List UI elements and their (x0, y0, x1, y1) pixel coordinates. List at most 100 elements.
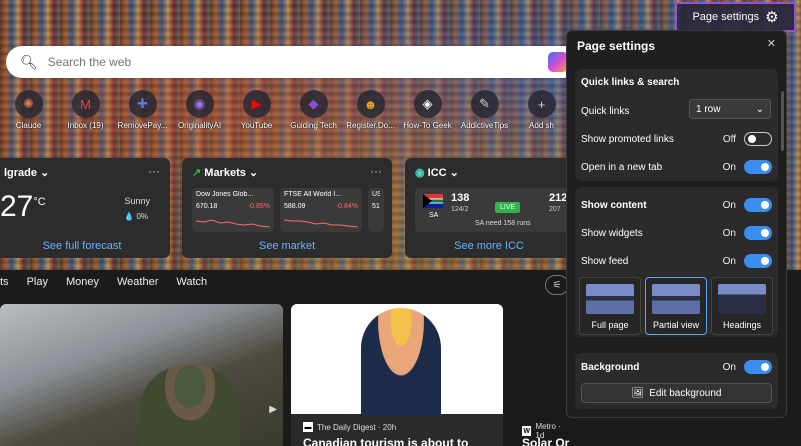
weather-location[interactable]: lgrade ⌄ (4, 166, 49, 179)
quick-link-label: Claude (15, 121, 42, 130)
search-bar[interactable]: 🔍︎ (6, 46, 580, 78)
more-icon[interactable]: ··· (370, 164, 382, 178)
section-header: Quick links & search (581, 77, 680, 88)
setting-state: On (722, 361, 736, 373)
quick-link-label: How-To Geek (403, 121, 452, 130)
show-content-setting: Show content On (581, 197, 772, 213)
team-overs: 124/2 (451, 206, 469, 213)
plus-icon: + (527, 90, 556, 118)
match-status: SA need 158 runs (475, 220, 531, 227)
opponent-sub: 207 (549, 206, 561, 213)
panel-scrollbar[interactable] (781, 91, 784, 151)
page-settings-label: Page settings (692, 11, 760, 23)
feed-tab-weather[interactable]: Weather (117, 276, 158, 288)
quick-link[interactable]: M Inbox (19) (57, 90, 114, 132)
quick-link-label: YouTube (240, 121, 273, 130)
feed-tab[interactable]: ts (0, 276, 9, 288)
search-icon: 🔍︎ (20, 53, 38, 70)
news-title[interactable]: Canadian tourism is about to (303, 436, 468, 446)
stock-tile[interactable]: US 51 (368, 188, 384, 232)
quick-link[interactable]: ✺ Claude (0, 90, 57, 132)
background-section: Background On 🖼 Edit background (575, 353, 778, 409)
feed-tab-watch[interactable]: Watch (176, 276, 207, 288)
quick-link-icon: ✚ (128, 90, 157, 118)
team-name: SA (429, 212, 439, 219)
quick-link[interactable]: ✎ AddictiveTips (456, 90, 513, 132)
quick-link-icon: ▶ (242, 90, 271, 118)
icc-link[interactable]: See more ICC (405, 240, 573, 252)
quick-link[interactable]: ◈ How-To Geek (399, 90, 456, 132)
quick-link[interactable]: ◆ Guiding Tech (285, 90, 342, 132)
stock-name: FTSE All World I... (284, 191, 342, 198)
markets-link[interactable]: See market (182, 240, 392, 252)
layout-label: Full page (591, 320, 629, 330)
opponent-score: 212 (549, 192, 568, 204)
close-icon[interactable]: ✕ (767, 37, 776, 50)
stock-sparkline (196, 219, 270, 228)
show-widgets-setting: Show widgets On (581, 225, 772, 241)
quick-link-icon: M (71, 90, 100, 118)
next-arrow-icon[interactable]: ▶ (269, 404, 277, 415)
more-icon[interactable]: ··· (148, 164, 160, 178)
new-tab-toggle[interactable] (744, 160, 772, 174)
quick-link-icon: ◆ (299, 90, 328, 118)
quick-link[interactable]: ☻ Register.Do... (342, 90, 399, 132)
flag-icon (423, 194, 443, 208)
copilot-icon[interactable] (548, 52, 568, 72)
source-logo-icon: W (522, 426, 532, 436)
match-tile[interactable]: SA 138 124/2 LIVE SA need 158 runs 212 2… (415, 188, 585, 232)
layout-thumbnail (652, 284, 700, 314)
setting-label: Background (581, 361, 640, 373)
feed-tab-play[interactable]: Play (27, 276, 48, 288)
edit-background-button[interactable]: 🖼 Edit background (581, 383, 772, 403)
quick-link-icon: ◉ (185, 90, 214, 118)
show-widgets-toggle[interactable] (744, 226, 772, 240)
news-image (140, 364, 240, 446)
quick-link-label: Register.Do... (346, 121, 395, 130)
quick-link-label: Guiding Tech (290, 121, 337, 130)
feed-tab-money[interactable]: Money (66, 276, 99, 288)
setting-state: On (722, 227, 736, 239)
search-input[interactable] (47, 55, 528, 69)
edit-background-label: Edit background (649, 387, 722, 399)
quick-links-rows-select[interactable]: 1 row ⌄ (689, 99, 771, 119)
add-shortcut[interactable]: + Add sh (513, 90, 570, 132)
stock-tile[interactable]: FTSE All World I... 588.09 -0.84% (280, 188, 362, 232)
news-source: ▬ The Daily Digest · 20h (303, 422, 397, 432)
source-logo-icon: ▬ (303, 422, 313, 432)
layout-thumbnail (718, 284, 766, 314)
news-card[interactable]: ▶ (0, 304, 283, 446)
show-content-toggle[interactable] (744, 198, 772, 212)
layout-label: Headings (722, 320, 762, 330)
news-title[interactable]: Solar Orbiter spacecraft (522, 436, 570, 446)
weather-forecast-link[interactable]: See full forecast (0, 240, 170, 252)
quick-link[interactable]: ▶ YouTube (228, 90, 285, 132)
setting-label: Open in a new tab (581, 161, 663, 173)
page-settings-button[interactable]: Page settings ⚙ (675, 2, 796, 32)
quick-link[interactable]: ◉ OriginalityAI (171, 90, 228, 132)
setting-state: On (722, 255, 736, 267)
icc-card[interactable]: ◉ ICC ⌄ SA 138 124/2 LIVE SA need 158 ru… (405, 158, 585, 258)
news-card[interactable]: ▬ The Daily Digest · 20h Canadian tourism… (291, 304, 503, 446)
stock-tile[interactable]: Dow Jones Glob... 670.18 -0.85% (192, 188, 274, 232)
layout-full-page[interactable]: Full page (579, 277, 641, 335)
layout-headings[interactable]: Headings (711, 277, 773, 335)
show-feed-setting: Show feed On (581, 253, 772, 269)
markets-card[interactable]: ↗ Markets ⌄ ··· Dow Jones Glob... 670.18… (182, 158, 392, 258)
quick-link[interactable]: ✚ RemovePay... (114, 90, 171, 132)
weather-card[interactable]: lgrade ⌄ ··· 27°C Sunny 💧 0% See full fo… (0, 158, 170, 258)
icc-title: ◉ ICC ⌄ (415, 167, 459, 179)
stock-sparkline (284, 219, 358, 228)
quick-links-section: Quick links & search Quick links 1 row ⌄… (575, 69, 778, 181)
weather-precip: 💧 0% (124, 212, 148, 221)
quick-link-label: RemovePay... (117, 121, 168, 130)
news-card[interactable]: WMetro · 1d Solar Orbiter spacecraft (512, 304, 570, 446)
setting-label: Show feed (581, 255, 629, 267)
quick-link-icon: ✺ (14, 90, 43, 118)
layout-partial-view[interactable]: Partial view (645, 277, 707, 335)
promoted-links-toggle[interactable] (744, 132, 772, 146)
panel-title: Page settings (577, 39, 656, 53)
show-feed-toggle[interactable] (744, 254, 772, 268)
quick-links-row: ✺ Claude M Inbox (19) ✚ RemovePay... ◉ Origi… (0, 90, 570, 132)
background-toggle[interactable] (744, 360, 772, 374)
